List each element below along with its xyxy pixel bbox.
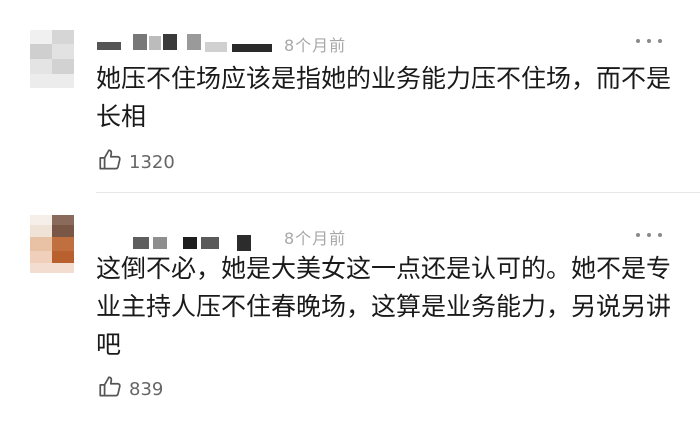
like-button[interactable]: 839 [97, 374, 163, 404]
username[interactable] [97, 233, 257, 251]
thumbs-up-icon [97, 147, 123, 177]
more-dots-icon[interactable] [636, 232, 662, 238]
like-count: 1320 [129, 151, 175, 173]
thumbs-up-icon [97, 374, 123, 404]
more-dots-icon[interactable] [636, 38, 662, 44]
comment-text: 她压不住场应该是指她的业务能力压不住场，而不是长相 [96, 64, 672, 131]
like-button[interactable]: 1320 [97, 147, 175, 177]
comment-text: 这倒不必，她是大美女这一点还是认可的。她不是专业主持人压不住春晚场，这算是业务能… [96, 254, 672, 359]
comment-time: 8个月前 [284, 229, 347, 248]
like-count: 839 [129, 378, 164, 400]
username[interactable] [97, 34, 272, 52]
comment-time: 8个月前 [284, 36, 347, 55]
comment-item: 8个月前 这倒不必，她是大美女这一点还是认可的。她不是专业主持人压不住春晚场，这… [0, 193, 700, 421]
avatar[interactable] [30, 215, 74, 273]
comment-item: 8个月前 她压不住场应该是指她的业务能力压不住场，而不是长相 1320 [0, 0, 700, 193]
avatar[interactable] [30, 30, 74, 88]
